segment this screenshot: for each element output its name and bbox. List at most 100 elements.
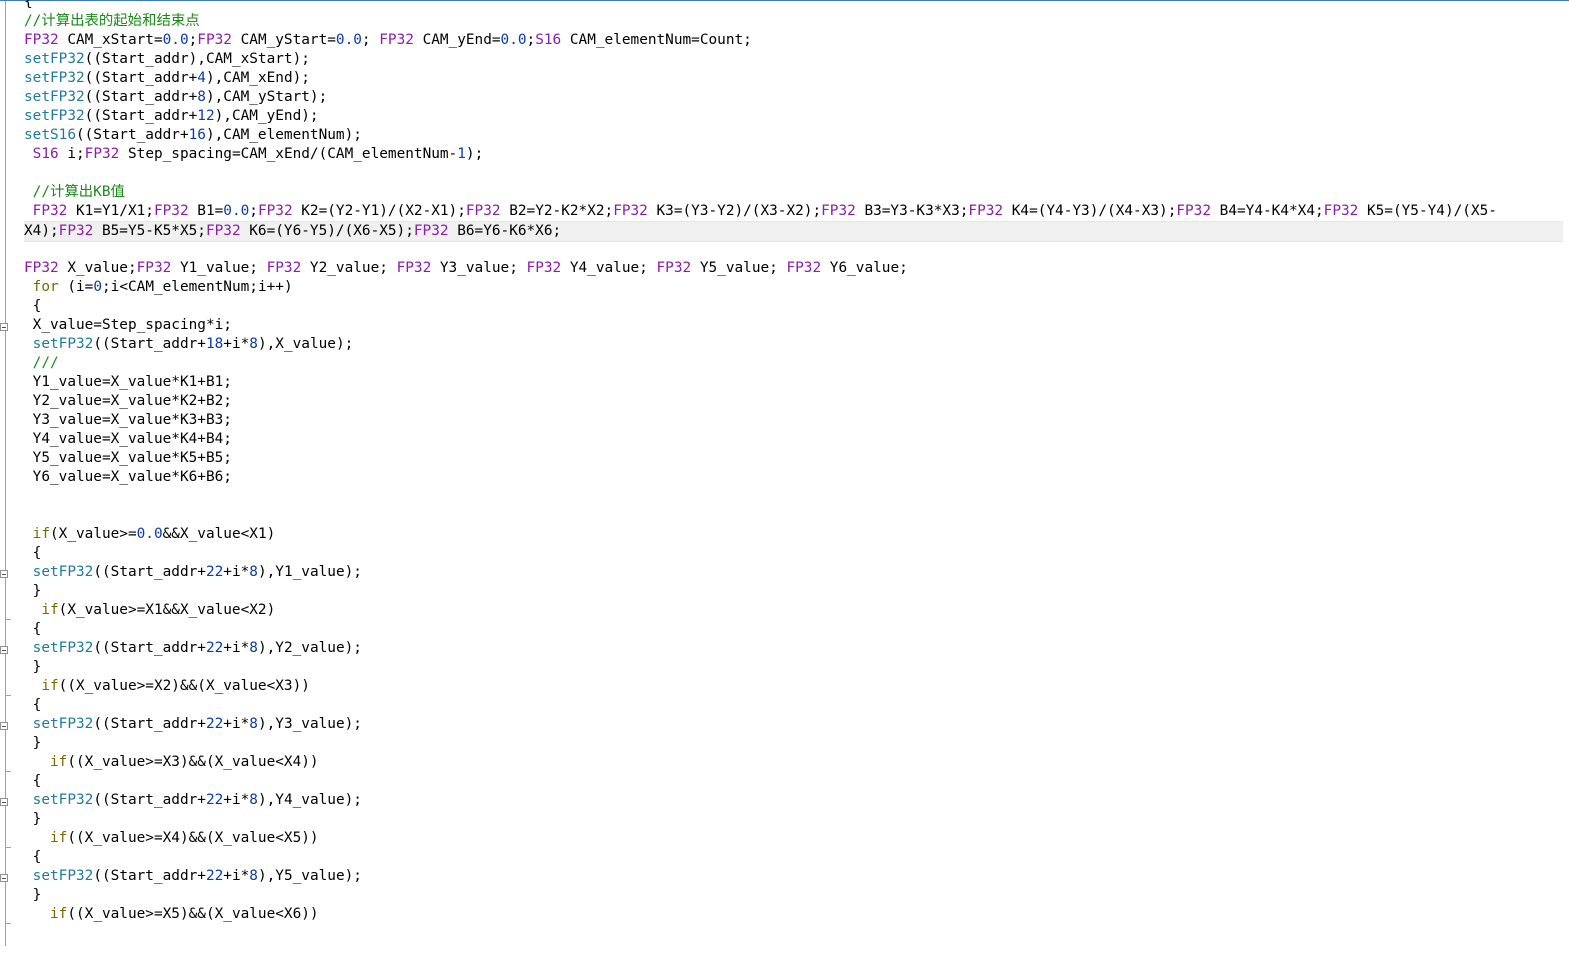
code-token: //计算出KB值 <box>32 184 125 200</box>
code-line[interactable]: Y6_value=X_value*K6+B6; <box>24 468 1563 487</box>
code-line[interactable]: setFP32((Start_addr+22+i*8),Y1_value); <box>24 563 1563 582</box>
code-token: B5=Y5-K5*X5; <box>93 223 206 239</box>
fold-end-marker <box>5 771 11 772</box>
code-line[interactable]: { <box>24 620 1563 639</box>
code-line[interactable]: setFP32((Start_addr),CAM_xStart); <box>24 50 1563 69</box>
code-token: Y2_value=X_value*K2+B2; <box>24 393 232 409</box>
code-token: ),X_value); <box>257 336 354 352</box>
code-line[interactable]: FP32 CAM_xStart=0.0;FP32 CAM_yStart=0.0;… <box>24 31 1563 50</box>
code-line[interactable]: { <box>24 297 1563 316</box>
code-token: FP32 <box>821 203 856 219</box>
code-token: ((Start_addr),CAM_xStart); <box>84 51 310 67</box>
code-token: { <box>24 0 33 10</box>
code-token: 0.0 <box>500 32 527 48</box>
code-editor[interactable]: {//计算出表的起始和结束点 FP32 CAM_xStart=0.0;FP32 C… <box>0 0 1569 953</box>
collapse-toggle-icon[interactable] <box>0 570 8 578</box>
code-line[interactable]: setFP32((Start_addr+18+i*8),X_value); <box>24 335 1563 354</box>
code-line[interactable]: Y3_value=X_value*K3+B3; <box>24 411 1563 430</box>
code-token: Y4_value=X_value*K4+B4; <box>24 431 232 447</box>
code-line[interactable]: for (i=0;i<CAM_elementNum;i++) <box>24 278 1563 297</box>
code-line[interactable]: if((X_value>=X4)&&(X_value<X5)) <box>24 829 1563 848</box>
code-line[interactable]: } <box>24 582 1563 601</box>
code-line[interactable]: setFP32((Start_addr+22+i*8),Y5_value); <box>24 867 1563 886</box>
code-line[interactable]: FP32 X_value;FP32 Y1_value; FP32 Y2_valu… <box>24 259 1563 278</box>
code-line[interactable] <box>24 164 1563 183</box>
collapse-toggle-icon[interactable] <box>0 323 8 331</box>
code-token: if <box>50 830 68 846</box>
code-line[interactable]: } <box>24 886 1563 905</box>
code-line[interactable]: { <box>24 848 1563 867</box>
code-line[interactable]: S16 i;FP32 Step_spacing=CAM_xEnd/(CAM_el… <box>24 145 1563 164</box>
code-token: ; <box>361 32 380 48</box>
code-line[interactable]: Y5_value=X_value*K5+B5; <box>24 449 1563 468</box>
code-token: 0.0 <box>335 32 362 48</box>
code-token: i; <box>58 146 85 162</box>
code-token: 0 <box>93 279 102 295</box>
code-line[interactable]: { <box>24 544 1563 563</box>
code-token: ((Start_addr+ <box>75 127 189 143</box>
code-line[interactable]: { <box>24 772 1563 791</box>
collapse-toggle-icon[interactable] <box>0 874 8 882</box>
code-line[interactable]: setFP32((Start_addr+22+i*8),Y3_value); <box>24 715 1563 734</box>
code-token: FP32 <box>24 260 59 276</box>
code-token: ),Y5_value); <box>257 868 362 884</box>
code-line[interactable]: X_value=Step_spacing*i; <box>24 316 1563 335</box>
collapse-toggle-icon[interactable] <box>0 646 8 654</box>
code-line[interactable]: setFP32((Start_addr+12),CAM_yEnd); <box>24 107 1563 126</box>
code-line[interactable]: FP32 K1=Y1/X1;FP32 B1=0.0;FP32 K2=(Y2-Y1… <box>24 202 1563 221</box>
code-line[interactable]: } <box>24 658 1563 677</box>
code-line[interactable]: setFP32((Start_addr+4),CAM_xEnd); <box>24 69 1563 88</box>
code-line[interactable]: if((X_value>=X2)&&(X_value<X3)) <box>24 677 1563 696</box>
code-line[interactable]: Y1_value=X_value*K1+B1; <box>24 373 1563 392</box>
code-line[interactable]: if((X_value>=X3)&&(X_value<X4)) <box>24 753 1563 772</box>
code-token: 18 <box>205 336 224 352</box>
code-line[interactable] <box>24 240 1563 259</box>
code-token: Y1_value=X_value*K1+B1; <box>24 374 232 390</box>
code-line[interactable]: setS16((Start_addr+16),CAM_elementNum); <box>24 126 1563 145</box>
code-line[interactable]: if(X_value>=0.0&&X_value<X1) <box>24 525 1563 544</box>
code-token: 1 <box>457 146 466 162</box>
code-token: { <box>24 697 42 713</box>
code-token: FP32 <box>396 260 432 276</box>
code-token: setFP32 <box>24 70 85 86</box>
code-token: setFP32 <box>32 716 94 732</box>
code-line[interactable]: } <box>24 810 1563 829</box>
code-token: } <box>24 811 42 827</box>
code-token: FP32 <box>413 223 449 239</box>
code-line[interactable]: { <box>24 0 1563 12</box>
code-line[interactable]: Y4_value=X_value*K4+B4; <box>24 430 1563 449</box>
code-line[interactable] <box>24 506 1563 525</box>
code-token: (i= <box>58 279 94 295</box>
code-line[interactable]: if(X_value>=X1&&X_value<X2) <box>24 601 1563 620</box>
code-token: S16 <box>535 32 562 48</box>
code-token: CAM_xStart= <box>58 32 163 48</box>
code-token: ; <box>188 32 198 48</box>
code-token: ),Y2_value); <box>257 640 362 656</box>
code-line[interactable] <box>24 487 1563 506</box>
collapse-toggle-icon[interactable] <box>0 722 8 730</box>
code-line[interactable]: } <box>24 734 1563 753</box>
code-token: X_value=Step_spacing*i; <box>24 317 232 333</box>
code-line[interactable]: setFP32((Start_addr+22+i*8),Y4_value); <box>24 791 1563 810</box>
code-line[interactable]: { <box>24 696 1563 715</box>
code-token: setS16 <box>24 127 76 143</box>
code-line[interactable]: if((X_value>=X5)&&(X_value<X6)) <box>24 905 1563 924</box>
collapse-toggle-icon[interactable] <box>0 798 8 806</box>
code-token: FP32 <box>136 260 172 276</box>
code-line[interactable]: Y2_value=X_value*K2+B2; <box>24 392 1563 411</box>
code-line[interactable]: setFP32((Start_addr+8),CAM_yStart); <box>24 88 1563 107</box>
code-token: ((X_value>=X4)&&(X_value<X5)) <box>67 830 319 846</box>
code-line[interactable]: setFP32((Start_addr+22+i*8),Y2_value); <box>24 639 1563 658</box>
code-token: Y5_value; <box>691 260 787 276</box>
code-line-current[interactable]: X4);FP32 B5=Y5-K5*X5;FP32 K6=(Y6-Y5)/(X6… <box>24 221 1563 242</box>
code-line[interactable]: //计算出KB值 <box>24 183 1563 202</box>
code-token: K3=(Y3-Y2)/(X3-X2); <box>647 203 822 219</box>
code-line[interactable]: //计算出表的起始和结束点 <box>24 12 1563 31</box>
fold-end-marker <box>5 619 11 620</box>
code-line[interactable]: /// <box>24 354 1563 373</box>
